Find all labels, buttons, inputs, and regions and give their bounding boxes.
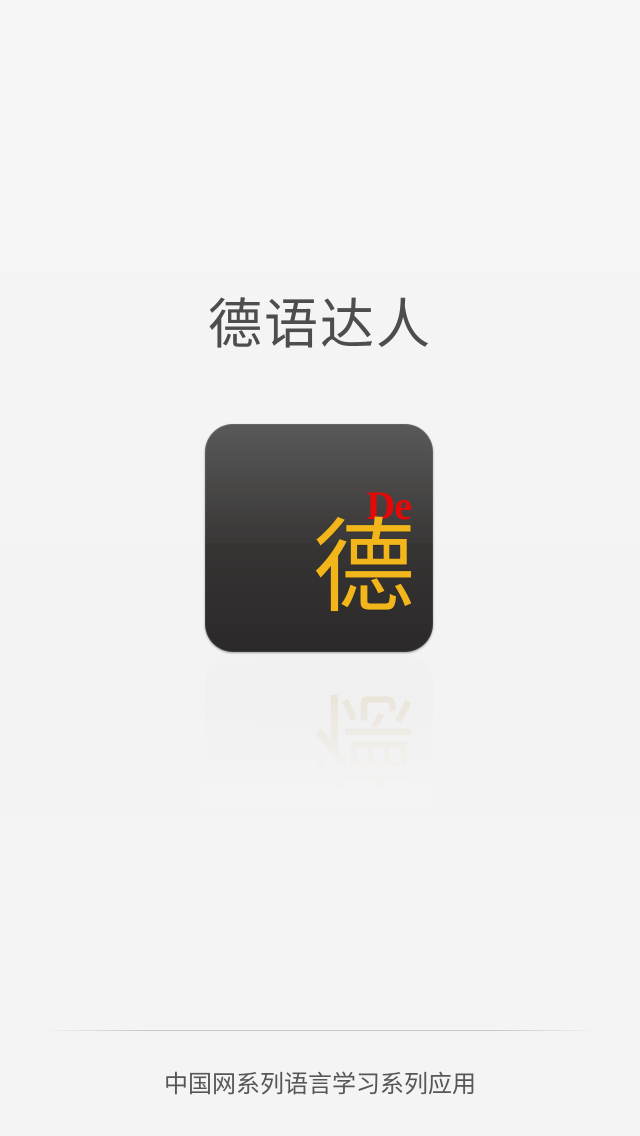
reflection-background: 德	[205, 654, 433, 804]
footer-divider	[40, 1030, 600, 1031]
footer-text: 中国网系列语言学习系列应用	[164, 1070, 476, 1098]
splash-screen: 德语达人 De 德 德 中国网系列语言学习系列应用	[0, 0, 640, 1136]
app-title: 德语达人	[208, 293, 432, 356]
app-icon-reflection: 德	[205, 654, 433, 804]
app-icon: De 德	[205, 424, 433, 652]
reflection-fade	[205, 654, 433, 804]
de-character: 德	[313, 513, 415, 626]
app-icon-container: De 德	[205, 424, 433, 652]
reflection-character: 德	[313, 680, 415, 793]
